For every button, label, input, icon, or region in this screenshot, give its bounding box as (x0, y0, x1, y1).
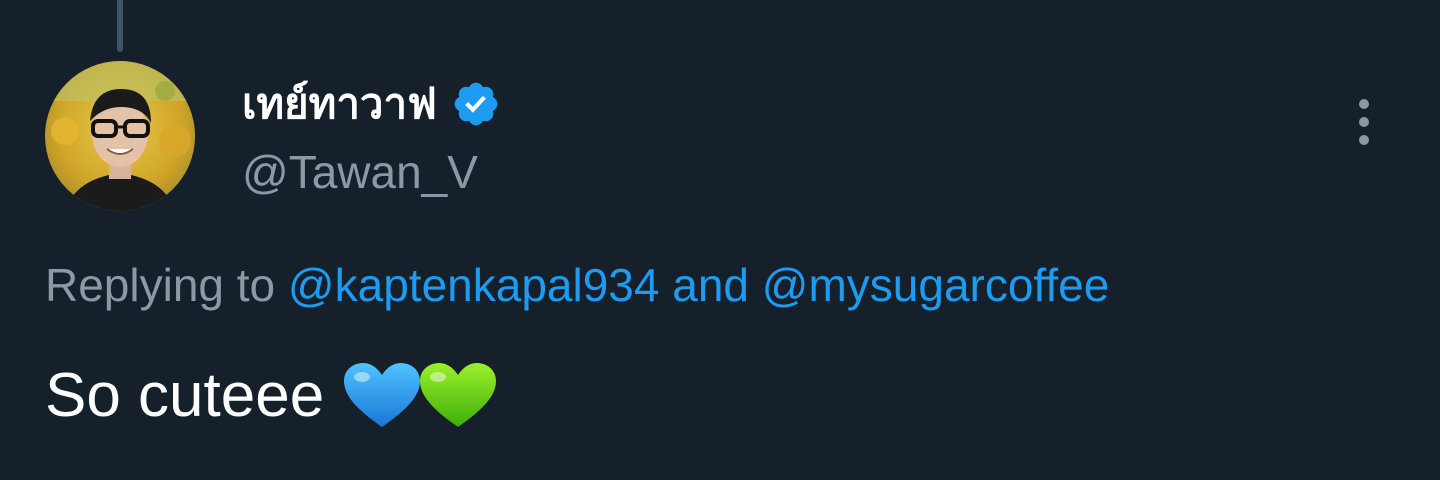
tweet-text: So cuteee (45, 361, 325, 430)
mention-link-2[interactable]: @mysugarcoffee (762, 259, 1110, 311)
reply-conjunction: and (672, 259, 749, 311)
green-heart-emoji (418, 361, 498, 431)
replying-to-line: Replying to @kaptenkapal934 and @mysugar… (45, 252, 1109, 318)
avatar[interactable] (45, 61, 195, 211)
thread-connector-line (117, 0, 123, 52)
author-handle[interactable]: @Tawan_V (242, 142, 478, 202)
author-name-row[interactable]: เทย์ทาวาฟ (242, 74, 501, 134)
author-display-name[interactable]: เทย์ทาวาฟ (242, 74, 437, 134)
avatar-photo (45, 61, 195, 211)
mention-link-1[interactable]: @kaptenkapal934 (288, 259, 660, 311)
verified-badge-icon[interactable] (451, 79, 501, 129)
more-options-icon[interactable] (1340, 96, 1388, 150)
replying-to-label: Replying to (45, 259, 276, 311)
tweet-body: So cuteee (45, 358, 498, 434)
blue-heart-emoji (342, 361, 422, 431)
